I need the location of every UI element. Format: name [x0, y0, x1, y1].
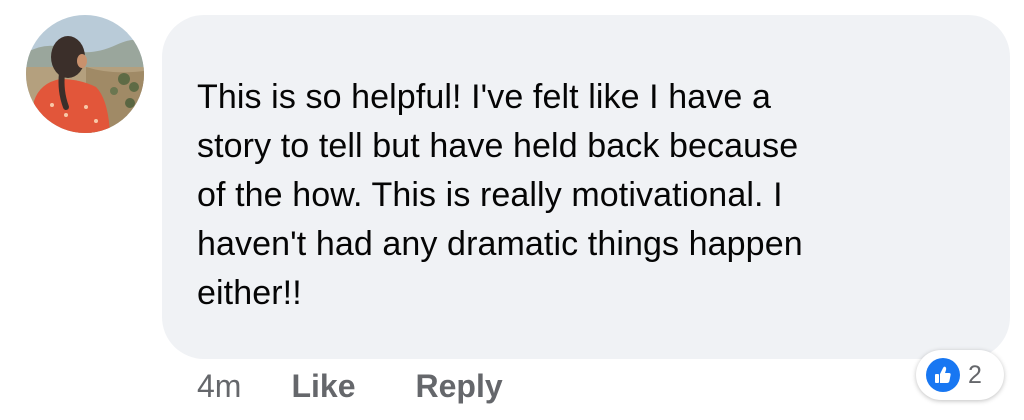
- thumbs-up-icon: [926, 358, 960, 392]
- avatar[interactable]: [26, 15, 144, 133]
- comment-text: This is so helpful! I've felt like I hav…: [197, 78, 803, 312]
- comment: This is so helpful! I've felt like I hav…: [0, 0, 1024, 420]
- reaction-count: 2: [968, 360, 982, 389]
- reactions-summary[interactable]: 2: [916, 350, 1004, 400]
- like-button[interactable]: Like: [291, 368, 355, 405]
- comment-timestamp[interactable]: 4m: [197, 368, 241, 405]
- reply-button[interactable]: Reply: [415, 368, 502, 405]
- comment-actions: 4m Like Reply: [197, 364, 563, 408]
- comment-bubble: This is so helpful! I've felt like I hav…: [162, 15, 1010, 359]
- avatar-photo: [26, 15, 144, 133]
